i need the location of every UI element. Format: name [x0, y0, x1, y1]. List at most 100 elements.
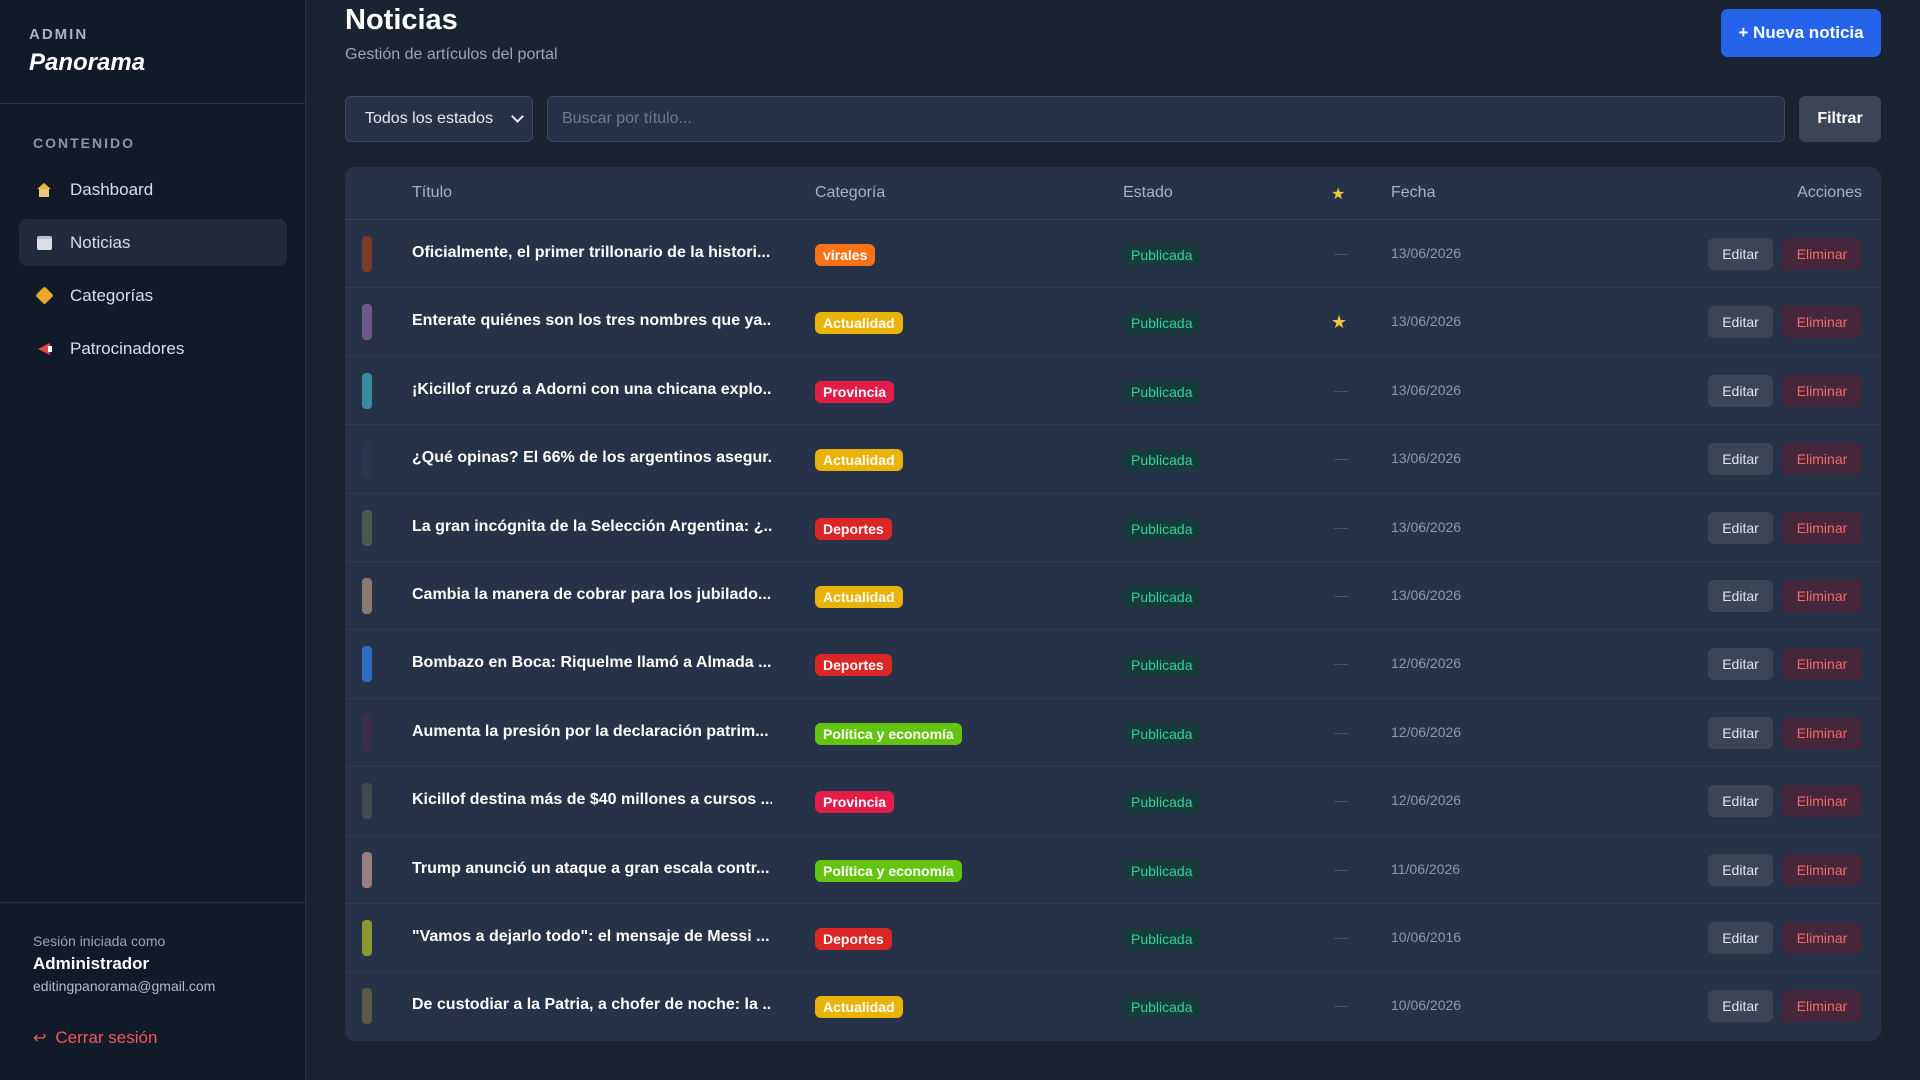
- table-row[interactable]: ¡Kicillof cruzó a Adorni con una chicana…: [345, 357, 1881, 426]
- article-title[interactable]: La gran incógnita de la Selección Argent…: [412, 518, 772, 536]
- delete-button[interactable]: Eliminar: [1782, 716, 1862, 749]
- logout-icon: ↩: [33, 1030, 47, 1047]
- article-thumbnail: [362, 646, 372, 683]
- status-filter-select[interactable]: Todos los estados: [345, 96, 533, 142]
- status-badge: Publicada: [1123, 996, 1201, 1019]
- category-badge: Deportes: [815, 654, 892, 677]
- edit-button[interactable]: Editar: [1708, 238, 1773, 270]
- status-badge: Publicada: [1123, 927, 1201, 950]
- article-thumbnail: [362, 919, 372, 956]
- delete-button[interactable]: Eliminar: [1782, 853, 1862, 886]
- sidebar-item-label: Dashboard: [70, 179, 154, 199]
- edit-button[interactable]: Editar: [1708, 648, 1773, 681]
- delete-button[interactable]: Eliminar: [1782, 238, 1862, 270]
- article-title[interactable]: Cambia la manera de cobrar para los jubi…: [412, 586, 772, 604]
- delete-button[interactable]: Eliminar: [1782, 579, 1862, 612]
- not-featured-dash: [1334, 459, 1348, 461]
- edit-button[interactable]: Editar: [1708, 716, 1773, 749]
- article-thumbnail: [362, 441, 372, 478]
- not-featured-dash: [1334, 937, 1348, 939]
- sidebar-item-label: Patrocinadores: [70, 338, 185, 358]
- new-article-button[interactable]: + Nueva noticia: [1721, 9, 1881, 57]
- session-user: Administrador: [33, 954, 150, 973]
- logout-button[interactable]: ↩ Cerrar sesión: [33, 1028, 273, 1048]
- column-header-category: Categoría: [815, 184, 886, 201]
- delete-button[interactable]: Eliminar: [1782, 374, 1862, 407]
- edit-button[interactable]: Editar: [1708, 443, 1773, 476]
- table-row[interactable]: De custodiar a la Patria, a chofer de no…: [345, 972, 1881, 1040]
- edit-button[interactable]: Editar: [1708, 306, 1773, 339]
- table-row[interactable]: Enterate quiénes son los tres nombres qu…: [345, 288, 1881, 357]
- sidebar-item-patrocinadores[interactable]: Patrocinadores: [19, 325, 287, 372]
- sidebar-item-categorias[interactable]: Categorías: [19, 272, 287, 319]
- article-thumbnail: [362, 851, 372, 888]
- section-title-contenido: CONTENIDO: [33, 135, 135, 151]
- article-title[interactable]: Enterate quiénes son los tres nombres qu…: [412, 312, 772, 330]
- not-featured-dash: [1334, 390, 1348, 392]
- article-thumbnail: [362, 372, 372, 409]
- status-badge: Publicada: [1123, 722, 1201, 745]
- article-title[interactable]: Trump anunció un ataque a gran escala co…: [412, 860, 772, 878]
- delete-button[interactable]: Eliminar: [1782, 921, 1862, 954]
- not-featured-dash: [1334, 732, 1348, 734]
- edit-button[interactable]: Editar: [1708, 785, 1773, 818]
- delete-button[interactable]: Eliminar: [1782, 443, 1862, 476]
- article-title[interactable]: Aumenta la presión por la declaración pa…: [412, 723, 772, 741]
- table-row[interactable]: Trump anunció un ataque a gran escala co…: [345, 836, 1881, 904]
- article-date: 11/06/2026: [1391, 860, 1461, 877]
- article-thumbnail: [362, 304, 372, 341]
- edit-button[interactable]: Editar: [1708, 374, 1773, 407]
- article-date: 13/06/2026: [1391, 586, 1462, 603]
- sidebar-item-dashboard[interactable]: Dashboard: [19, 166, 287, 213]
- filter-button[interactable]: Filtrar: [1799, 96, 1881, 142]
- article-date: 13/06/2026: [1391, 518, 1462, 535]
- home-icon: [35, 181, 53, 199]
- edit-button[interactable]: Editar: [1708, 921, 1773, 954]
- table-row[interactable]: Aumenta la presión por la declaración pa…: [345, 699, 1881, 768]
- edit-button[interactable]: Editar: [1708, 579, 1773, 612]
- table-row[interactable]: La gran incógnita de la Selección Argent…: [345, 494, 1881, 562]
- status-badge: Publicada: [1123, 244, 1201, 266]
- brand-name[interactable]: Panorama: [29, 49, 276, 77]
- table-row[interactable]: "Vamos a dejarlo todo": el mensaje de Me…: [345, 904, 1881, 973]
- sidebar-item-noticias[interactable]: Noticias: [19, 219, 287, 266]
- article-title[interactable]: ¿Qué opinas? El 66% de los argentinos as…: [412, 449, 772, 467]
- table-row[interactable]: Cambia la manera de cobrar para los jubi…: [345, 562, 1881, 631]
- not-featured-dash: [1334, 595, 1348, 597]
- chevron-down-icon: [511, 110, 524, 123]
- delete-button[interactable]: Eliminar: [1782, 511, 1862, 544]
- category-badge: Provincia: [815, 380, 895, 403]
- article-thumbnail: [362, 509, 372, 546]
- article-title[interactable]: "Vamos a dejarlo todo": el mensaje de Me…: [412, 928, 772, 946]
- article-title[interactable]: De custodiar a la Patria, a chofer de no…: [412, 996, 772, 1014]
- article-date: 13/06/2026: [1391, 313, 1462, 330]
- table-row[interactable]: Oficialmente, el primer trillonario de l…: [345, 220, 1881, 289]
- edit-button[interactable]: Editar: [1708, 990, 1773, 1023]
- category-badge: Deportes: [815, 927, 892, 950]
- featured-star-icon[interactable]: ★: [1331, 312, 1347, 333]
- table-header: Título Categoría Estado ★ Fecha Acciones: [345, 167, 1881, 220]
- edit-button[interactable]: Editar: [1708, 511, 1773, 544]
- not-featured-dash: [1334, 1006, 1348, 1008]
- status-badge: Publicada: [1123, 654, 1201, 677]
- article-title[interactable]: Oficialmente, el primer trillonario de l…: [412, 244, 772, 262]
- article-title[interactable]: Bombazo en Boca: Riquelme llamó a Almada…: [412, 654, 772, 672]
- table-row[interactable]: Kicillof destina más de $40 millones a c…: [345, 767, 1881, 836]
- category-badge: Provincia: [815, 791, 895, 814]
- delete-button[interactable]: Eliminar: [1782, 648, 1862, 681]
- article-thumbnail: [362, 988, 372, 1025]
- status-filter-value: Todos los estados: [365, 110, 494, 127]
- search-input[interactable]: [547, 96, 1785, 142]
- article-date: 12/06/2026: [1391, 655, 1462, 672]
- delete-button[interactable]: Eliminar: [1782, 990, 1862, 1023]
- article-thumbnail: [362, 714, 372, 751]
- article-title[interactable]: ¡Kicillof cruzó a Adorni con una chicana…: [412, 381, 772, 399]
- article-date: 13/06/2026: [1391, 450, 1462, 467]
- edit-button[interactable]: Editar: [1708, 853, 1773, 886]
- delete-button[interactable]: Eliminar: [1782, 306, 1862, 339]
- delete-button[interactable]: Eliminar: [1782, 785, 1862, 818]
- article-title[interactable]: Kicillof destina más de $40 millones a c…: [412, 791, 772, 809]
- table-row[interactable]: Bombazo en Boca: Riquelme llamó a Almada…: [345, 630, 1881, 699]
- table-row[interactable]: ¿Qué opinas? El 66% de los argentinos as…: [345, 425, 1881, 494]
- filter-bar: Todos los estados Filtrar: [345, 96, 1881, 142]
